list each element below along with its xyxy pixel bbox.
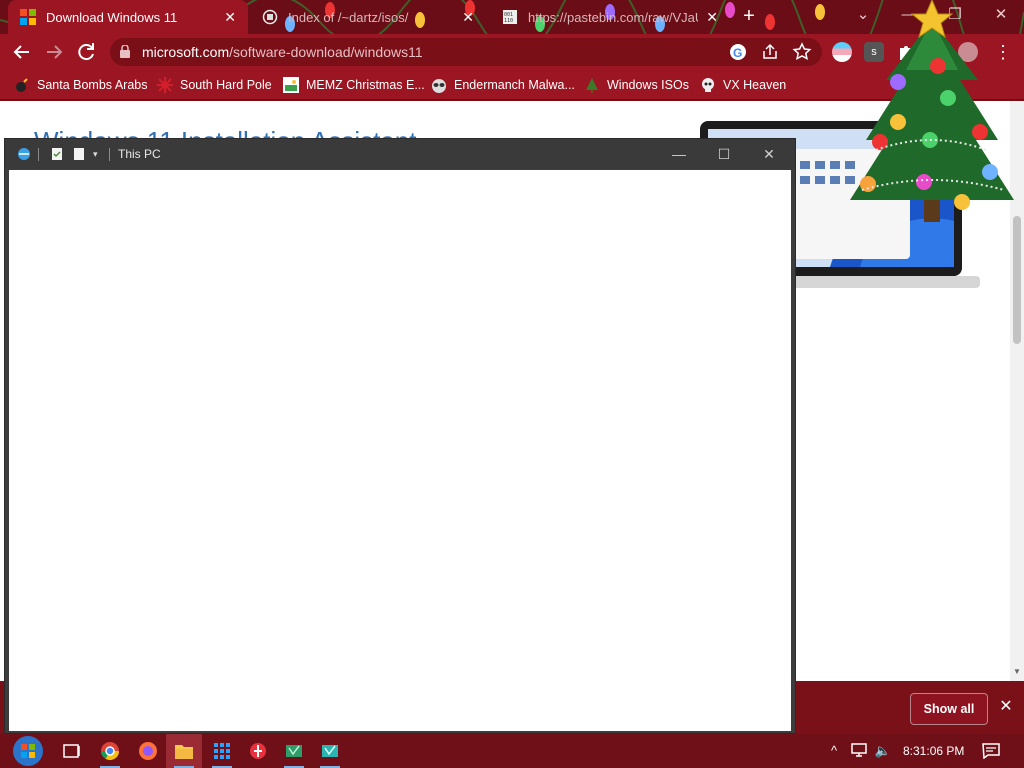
store-icon[interactable]	[204, 734, 240, 768]
explorer-minimize-button[interactable]: —	[657, 139, 701, 169]
bookmark-star-icon[interactable]	[792, 42, 812, 62]
explorer-content-area[interactable]	[9, 170, 791, 731]
network-icon[interactable]	[850, 742, 868, 760]
new-tab-button[interactable]: +	[738, 5, 760, 27]
chrome-icon[interactable]	[92, 734, 128, 768]
notification-center-icon[interactable]	[982, 743, 1000, 760]
bookmark-south-hard-pole[interactable]: South Hard Pole	[157, 75, 272, 95]
tab-title: Index of /~dartz/isos/	[288, 9, 409, 25]
skull-icon	[700, 77, 716, 93]
clock[interactable]: 8:31:06 PM	[903, 744, 964, 758]
bookmark-label: Windows ISOs	[607, 78, 689, 92]
bookmark-vx-heaven[interactable]: VX Heaven	[700, 75, 786, 95]
taskbar: ^ 🔈 8:31:06 PM	[0, 734, 1024, 768]
tree-icon	[584, 77, 600, 93]
bookmark-memz-christmas[interactable]: MEMZ Christmas E...	[283, 75, 425, 95]
bomb-icon	[14, 77, 30, 93]
show-all-button[interactable]: Show all	[910, 693, 988, 725]
task-view-icon[interactable]	[54, 734, 90, 768]
explorer-title-bar[interactable]: ▾ This PC — ☐ ✕	[5, 139, 795, 169]
back-arrow-icon[interactable]	[10, 40, 34, 64]
bookmark-label: VX Heaven	[723, 78, 787, 92]
bookmark-label: Santa Bombs Arabs	[37, 78, 148, 92]
file-explorer-icon[interactable]	[166, 734, 202, 768]
customize-quick-access-chevron-icon[interactable]: ▾	[93, 147, 107, 161]
virus-icon	[157, 77, 173, 93]
tab-close-icon[interactable]: ✕	[706, 9, 718, 26]
url-domain: microsoft.com	[142, 44, 230, 60]
show-hidden-icons-chevron[interactable]: ^	[826, 742, 842, 760]
explorer-app-icon[interactable]	[17, 147, 31, 161]
bookmark-label: Endermanch Malwa...	[454, 78, 575, 92]
url-text[interactable]: microsoft.com/software-download/windows1…	[142, 44, 423, 60]
volume-icon[interactable]: 🔈	[874, 742, 892, 760]
bookmark-santa-bombs[interactable]: Santa Bombs Arabs	[14, 75, 147, 95]
svg-text:G: G	[733, 46, 742, 60]
windows-logo-icon	[20, 9, 36, 25]
close-download-bar-icon[interactable]: ✕	[996, 697, 1016, 717]
app-red-icon[interactable]	[240, 734, 276, 768]
quick-access-separator	[38, 148, 39, 161]
lock-icon	[120, 45, 130, 58]
tab-close-icon[interactable]: ✕	[462, 9, 474, 26]
app-green-icon[interactable]	[276, 734, 312, 768]
image-icon	[283, 77, 299, 93]
explorer-window-title: This PC	[118, 147, 161, 161]
folder-icon	[262, 9, 278, 25]
share-icon[interactable]	[760, 42, 780, 62]
scroll-down-arrow-icon[interactable]: ▼	[1013, 667, 1021, 676]
tab-index-of-isos[interactable]: Index of /~dartz/isos/ ✕	[250, 0, 486, 34]
explorer-maximize-button[interactable]: ☐	[702, 139, 746, 169]
firefox-icon[interactable]	[130, 734, 166, 768]
tab-pastebin[interactable]: 001 110 https://pastebin.com/raw/VJaU ✕	[490, 0, 730, 34]
raccoon-icon	[431, 77, 447, 93]
binary-file-icon: 001 110	[502, 9, 518, 25]
forward-arrow-icon[interactable]	[42, 40, 66, 64]
bookmark-label: South Hard Pole	[180, 78, 272, 92]
tab-title: Download Windows 11	[46, 9, 178, 25]
tab-close-icon[interactable]: ✕	[224, 9, 236, 26]
christmas-tree-decoration	[850, 0, 1014, 222]
address-bar[interactable]: microsoft.com/software-download/windows1…	[110, 38, 822, 66]
properties-icon[interactable]	[50, 147, 64, 161]
app-teal-icon[interactable]	[312, 734, 348, 768]
tab-download-windows-11[interactable]: Download Windows 11 ✕	[8, 0, 248, 34]
bookmark-label: MEMZ Christmas E...	[306, 78, 425, 92]
bookmark-endermanch[interactable]: Endermanch Malwa...	[431, 75, 575, 95]
svg-text:110: 110	[504, 18, 513, 24]
explorer-close-button[interactable]: ✕	[747, 139, 791, 169]
new-folder-icon[interactable]	[72, 147, 86, 161]
google-lens-icon[interactable]: G	[728, 42, 748, 62]
bookmark-windows-isos[interactable]: Windows ISOs	[584, 75, 689, 95]
quick-access-separator	[109, 148, 110, 161]
tab-title: https://pastebin.com/raw/VJaU	[528, 9, 699, 25]
file-explorer-window: ▾ This PC — ☐ ✕	[4, 138, 796, 734]
url-path: /software-download/windows11	[229, 44, 423, 60]
start-button[interactable]	[8, 734, 48, 768]
reload-icon[interactable]	[74, 40, 98, 64]
